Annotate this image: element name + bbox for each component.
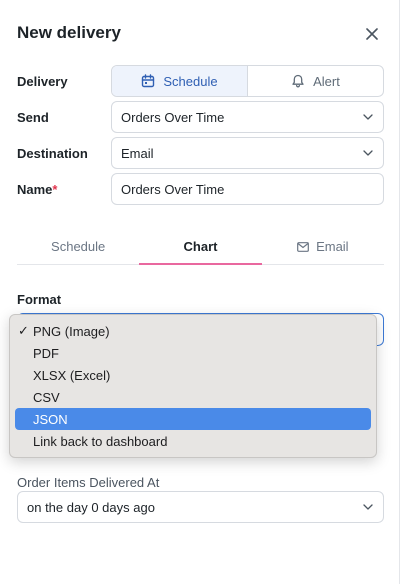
format-option-label: PNG (Image) xyxy=(33,323,110,339)
required-marker: * xyxy=(52,182,58,197)
format-option-label: CSV xyxy=(33,389,60,405)
alert-toggle-button[interactable]: Alert xyxy=(248,66,383,96)
filter-select[interactable]: on the day 0 days ago xyxy=(17,491,384,523)
tab-email[interactable]: Email xyxy=(262,229,384,264)
tab-chart[interactable]: Chart xyxy=(139,229,262,265)
page-title: New delivery xyxy=(17,23,121,42)
filter-select-value: on the day 0 days ago xyxy=(27,499,155,515)
bell-icon xyxy=(292,74,304,88)
chevron-down-icon xyxy=(363,504,373,510)
close-icon xyxy=(366,28,378,40)
format-option-png[interactable]: ✓ PNG (Image) xyxy=(15,320,371,342)
tab-chart-label: Chart xyxy=(183,239,218,254)
delivery-type-toggle: Schedule Alert xyxy=(111,65,384,97)
tab-email-label: Email xyxy=(316,239,349,254)
chevron-down-icon xyxy=(363,150,373,156)
close-button[interactable] xyxy=(360,22,384,46)
send-select[interactable]: Orders Over Time xyxy=(111,101,384,133)
alert-toggle-label: Alert xyxy=(313,73,340,89)
filter-label: Order Items Delivered At xyxy=(17,475,160,490)
format-option-link[interactable]: Link back to dashboard xyxy=(15,430,371,452)
format-label: Format xyxy=(17,292,62,307)
format-option-label: Link back to dashboard xyxy=(33,433,168,449)
send-select-value: Orders Over Time xyxy=(121,109,225,125)
format-option-json[interactable]: JSON xyxy=(15,408,371,430)
schedule-toggle-button[interactable]: Schedule xyxy=(112,66,248,96)
checkmark-icon: ✓ xyxy=(18,323,29,338)
calendar-icon xyxy=(142,74,155,88)
format-option-pdf[interactable]: PDF xyxy=(15,342,371,364)
format-dropdown-menu: ✓ PNG (Image) PDF XLSX (Excel) CSV JSON … xyxy=(9,314,377,458)
delivery-label: Delivery xyxy=(17,74,68,89)
envelope-icon xyxy=(297,241,309,252)
tab-schedule[interactable]: Schedule xyxy=(17,229,139,264)
tab-schedule-label: Schedule xyxy=(51,239,106,254)
name-input[interactable] xyxy=(111,173,384,205)
format-option-label: JSON xyxy=(33,411,68,427)
destination-label: Destination xyxy=(17,146,88,161)
name-label: Name* xyxy=(17,182,57,197)
name-label-text: Name xyxy=(17,182,53,197)
chevron-down-icon xyxy=(363,114,373,120)
format-option-label: PDF xyxy=(33,345,59,361)
schedule-toggle-label: Schedule xyxy=(163,73,218,89)
format-option-csv[interactable]: CSV xyxy=(15,386,371,408)
settings-tabs: Schedule Chart Email xyxy=(17,229,384,265)
format-option-label: XLSX (Excel) xyxy=(33,367,111,383)
format-option-xlsx[interactable]: XLSX (Excel) xyxy=(15,364,371,386)
new-delivery-panel: New delivery Delivery Schedule Alert Sen… xyxy=(0,0,400,584)
send-label: Send xyxy=(17,110,49,125)
destination-select[interactable]: Email xyxy=(111,137,384,169)
destination-select-value: Email xyxy=(121,145,154,161)
